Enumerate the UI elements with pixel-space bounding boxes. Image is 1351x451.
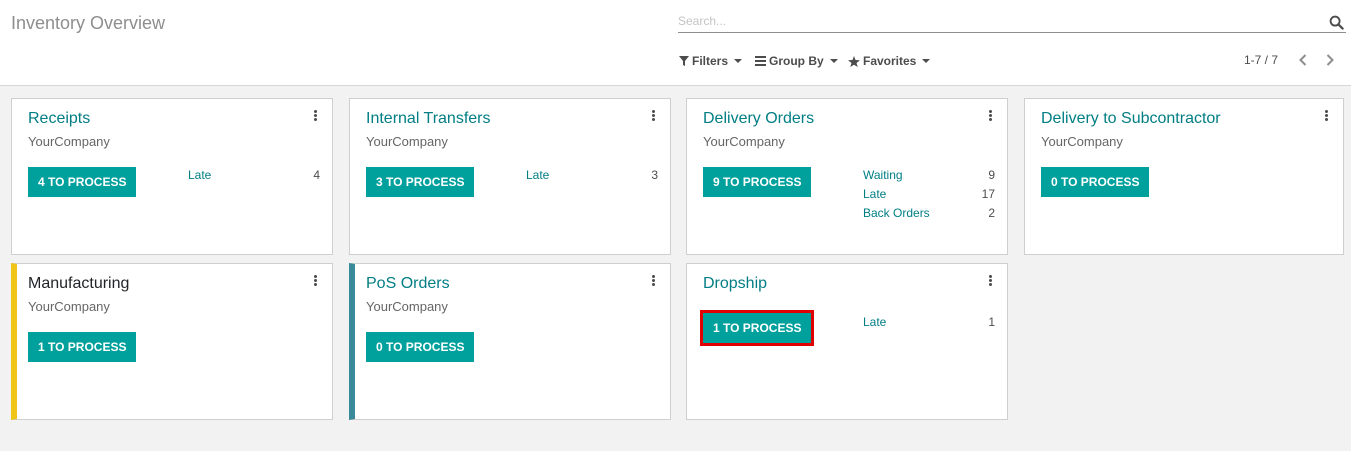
stat-row: Late 1 xyxy=(863,315,995,334)
card-title[interactable]: Receipts xyxy=(28,110,90,128)
stat-value: 3 xyxy=(651,168,658,182)
chevron-down-icon xyxy=(922,59,931,63)
stat-label-late[interactable]: Late xyxy=(863,187,886,206)
stats-list: Late 3 xyxy=(526,168,658,187)
search-icon[interactable] xyxy=(1329,15,1344,30)
card-company: YourCompany xyxy=(703,134,785,149)
control-panel: Inventory Overview Filters Group By Favo… xyxy=(0,0,1351,86)
to-process-button[interactable]: 0 TO PROCESS xyxy=(366,332,475,362)
favorites-label: Favorites xyxy=(863,54,917,68)
card-company: YourCompany xyxy=(366,134,448,149)
group-by-label: Group By xyxy=(769,54,824,68)
search-bar xyxy=(678,11,1346,33)
kebab-menu-icon[interactable] xyxy=(1323,110,1329,124)
card-internal-transfers: Internal Transfers YourCompany 3 TO PROC… xyxy=(349,98,671,255)
chevron-right-icon xyxy=(1326,54,1334,66)
search-input[interactable] xyxy=(678,11,1318,31)
card-title[interactable]: Dropship xyxy=(703,275,767,293)
stat-value: 1 xyxy=(988,315,995,329)
stats-list: Waiting 9 Late 17 Back Orders 2 xyxy=(863,168,995,225)
stat-value: 2 xyxy=(988,206,995,220)
to-process-button[interactable]: 1 TO PROCESS xyxy=(28,332,137,362)
to-process-button[interactable]: 4 TO PROCESS xyxy=(28,167,137,197)
chevron-down-icon xyxy=(734,59,743,63)
card-delivery-to-subcontractor: Delivery to Subcontractor YourCompany 0 … xyxy=(1024,98,1344,255)
kebab-menu-icon[interactable] xyxy=(987,275,993,289)
stat-row: Waiting 9 xyxy=(863,168,995,187)
favorites-button[interactable]: Favorites xyxy=(848,52,931,70)
card-receipts: Receipts YourCompany 4 TO PROCESS Late 4 xyxy=(11,98,333,255)
card-manufacturing: Manufacturing YourCompany 1 TO PROCESS xyxy=(11,263,333,420)
chevron-left-icon xyxy=(1299,54,1307,66)
to-process-button[interactable]: 0 TO PROCESS xyxy=(1041,167,1150,197)
stats-list: Late 1 xyxy=(863,315,995,334)
card-title[interactable]: Delivery to Subcontractor xyxy=(1041,110,1221,128)
kebab-menu-icon[interactable] xyxy=(312,275,318,289)
card-company: YourCompany xyxy=(28,299,110,314)
stat-label-late[interactable]: Late xyxy=(863,315,886,334)
card-title[interactable]: Manufacturing xyxy=(28,275,129,293)
group-by-button[interactable]: Group By xyxy=(755,52,838,70)
to-process-button[interactable]: 9 TO PROCESS xyxy=(703,167,812,197)
pager-previous-button[interactable] xyxy=(1294,51,1312,69)
stat-value: 4 xyxy=(313,168,320,182)
stat-row: Back Orders 2 xyxy=(863,206,995,225)
card-title[interactable]: Delivery Orders xyxy=(703,110,814,128)
card-pos-orders: PoS Orders YourCompany 0 TO PROCESS xyxy=(349,263,671,420)
card-company: YourCompany xyxy=(366,299,448,314)
stat-value: 9 xyxy=(988,168,995,182)
page-title: Inventory Overview xyxy=(11,13,166,33)
to-process-button[interactable]: 3 TO PROCESS xyxy=(366,167,475,197)
star-icon xyxy=(848,55,860,67)
card-dropship: Dropship 1 TO PROCESS Late 1 xyxy=(686,263,1008,420)
chevron-down-icon xyxy=(829,59,838,63)
pager-value[interactable]: 1-7 / 7 xyxy=(1244,53,1278,67)
stat-value: 17 xyxy=(981,187,995,201)
stat-label-late[interactable]: Late xyxy=(526,168,549,187)
kebab-menu-icon[interactable] xyxy=(312,110,318,124)
stat-label-waiting[interactable]: Waiting xyxy=(863,168,903,187)
card-company: YourCompany xyxy=(28,134,110,149)
card-title[interactable]: Internal Transfers xyxy=(366,110,491,128)
stat-row: Late 4 xyxy=(188,168,320,187)
to-process-button[interactable]: 1 TO PROCESS xyxy=(699,310,815,346)
pager-next-button[interactable] xyxy=(1321,51,1339,69)
filters-label: Filters xyxy=(692,54,729,68)
filters-button[interactable]: Filters xyxy=(679,52,743,70)
kebab-menu-icon[interactable] xyxy=(650,110,656,124)
card-title[interactable]: PoS Orders xyxy=(366,275,450,293)
card-delivery-orders: Delivery Orders YourCompany 9 TO PROCESS… xyxy=(686,98,1008,255)
filter-icon xyxy=(679,56,689,66)
stat-row: Late 17 xyxy=(863,187,995,206)
kebab-menu-icon[interactable] xyxy=(650,275,656,289)
kebab-menu-icon[interactable] xyxy=(987,110,993,124)
card-company: YourCompany xyxy=(1041,134,1123,149)
stat-label-back-orders[interactable]: Back Orders xyxy=(863,206,930,225)
list-icon xyxy=(755,56,766,66)
stat-row: Late 3 xyxy=(526,168,658,187)
stat-label-late[interactable]: Late xyxy=(188,168,211,187)
stats-list: Late 4 xyxy=(188,168,320,187)
